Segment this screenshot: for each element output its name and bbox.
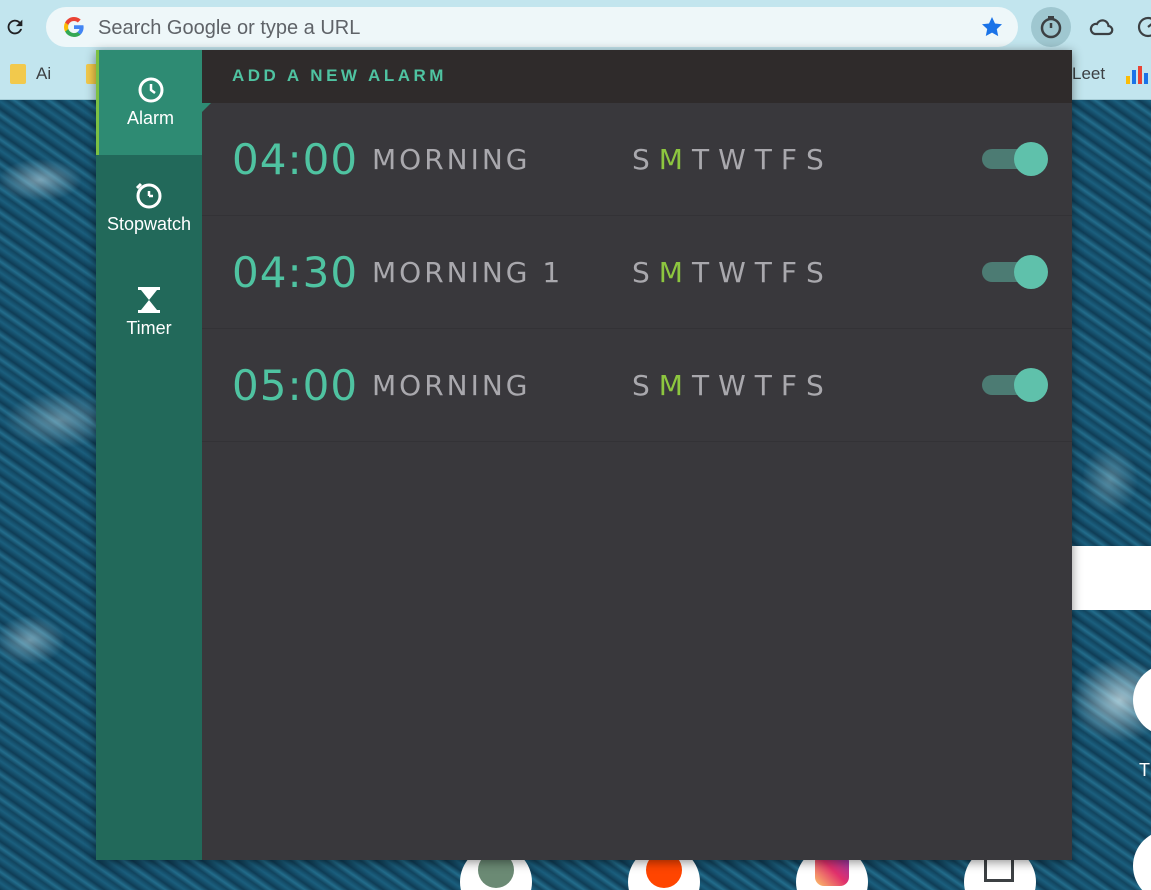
folder-icon [10, 64, 26, 84]
alarm-day: T [754, 369, 772, 402]
alarm-toggle[interactable] [982, 142, 1048, 176]
popup-sidebar: Alarm Stopwatch Timer [96, 50, 212, 860]
page-card [1072, 546, 1151, 610]
alarm-label: MORNING [372, 143, 531, 176]
reload-button[interactable] [2, 14, 28, 40]
alarm-time: 04:00 [232, 135, 359, 184]
alarm-day: S [632, 143, 650, 176]
alarm-day: F [780, 256, 797, 289]
stopwatch-icon [135, 182, 162, 209]
toggle-knob [1014, 368, 1048, 402]
alarm-day: T [754, 256, 772, 289]
alarm-day: T [691, 256, 710, 289]
add-alarm-label: ADD A NEW ALARM [232, 66, 447, 85]
alarm-days: SMTWTFS [632, 369, 824, 402]
alarm-day: T [691, 143, 710, 176]
alarm-day: S [805, 369, 824, 402]
shortcut-label: T [1139, 760, 1150, 780]
cloud-icon [1089, 19, 1114, 36]
bookmark-leet[interactable]: Leet [1072, 64, 1105, 84]
bar-chart-icon [1126, 64, 1148, 84]
nav-alarm-label: Alarm [126, 108, 174, 128]
stopwatch-icon [1040, 16, 1062, 39]
alarm-row[interactable]: 04:00 MORNING S M T W T F S [202, 103, 1072, 216]
alarm-row[interactable]: 05:00 MORNING S M T W T F S [202, 329, 1072, 442]
toggle-knob [1014, 255, 1048, 289]
reload-icon [7, 19, 23, 35]
alarm-day: M [658, 369, 683, 402]
alarm-days: SMTWTFS [632, 143, 824, 176]
alarm-label: MORNING [372, 369, 531, 402]
alarm-day: F [780, 369, 797, 402]
bookmark-label: Ai [36, 64, 52, 83]
gauge-icon [1137, 16, 1151, 38]
nav-stopwatch[interactable]: Stopwatch [96, 155, 202, 260]
alarm-day: M [658, 256, 683, 289]
nav-stopwatch-label: Stopwatch [106, 214, 192, 234]
clock-icon [138, 77, 163, 103]
cloud-extension-button[interactable] [1081, 7, 1121, 47]
alarm-day: W [718, 143, 746, 176]
google-g-icon [64, 17, 84, 37]
alarm-day: M [658, 143, 683, 176]
speed-extension-button[interactable] [1128, 7, 1151, 47]
bookmark-star-icon[interactable] [980, 15, 1004, 39]
alarm-day: F [780, 143, 797, 176]
toggle-knob [1014, 142, 1048, 176]
nav-alarm[interactable]: Alarm [96, 50, 212, 155]
alarm-popup: Alarm Stopwatch Timer ADD A NEW ALARM 04… [96, 50, 1072, 860]
nav-timer[interactable]: Timer [96, 260, 202, 365]
omnibox-placeholder: Search Google or type a URL [98, 17, 361, 39]
alarm-list-panel: ADD A NEW ALARM 04:00 MORNING S M T W T F S 04:30… [202, 50, 1072, 860]
alarm-day: W [718, 369, 746, 402]
alarm-day: S [805, 256, 824, 289]
alarm-toggle[interactable] [982, 368, 1048, 402]
nav-timer-label: Timer [126, 318, 172, 338]
bookmark-ai[interactable]: Ai [10, 64, 51, 84]
browser-toolbar: Search Google or type a URL [0, 0, 1151, 54]
alarm-days: SMTWTFS [632, 256, 824, 289]
alarm-extension-button[interactable] [1031, 7, 1071, 47]
hourglass-icon [138, 287, 160, 313]
alarm-row[interactable]: 04:30 MORNING 1SMTWTFS [202, 216, 1072, 329]
bookmark-analytics[interactable] [1126, 64, 1148, 84]
alarm-toggle[interactable] [982, 255, 1048, 289]
alarm-day: T [691, 369, 710, 402]
alarm-time: 05:00 [232, 361, 359, 410]
alarm-day: S [632, 369, 650, 402]
alarm-time: 04:30 [232, 248, 359, 297]
alarm-day: S [632, 256, 650, 289]
omnibox[interactable]: Search Google or type a URL [46, 7, 1018, 47]
alarm-day: S [805, 143, 824, 176]
alarm-label: MORNING 1 [372, 256, 564, 289]
alarm-day: W [718, 256, 746, 289]
add-alarm-button[interactable]: ADD A NEW ALARM [202, 50, 1072, 103]
alarm-day: T [754, 143, 772, 176]
bookmark-label: Leet [1072, 64, 1106, 83]
